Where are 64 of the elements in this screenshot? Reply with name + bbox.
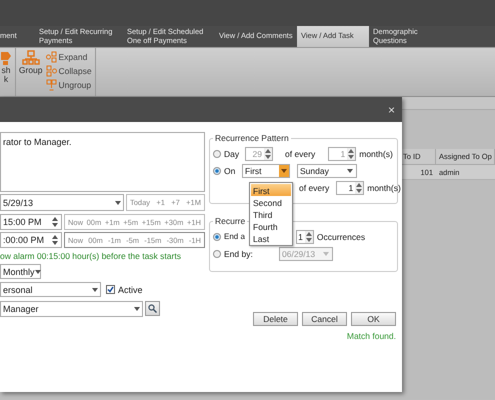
search-icon [148,304,157,313]
caret-icon [281,168,287,172]
caret-icon [134,307,140,311]
time-field[interactable]: :00:00 PM [0,232,62,248]
node-tree-icon [46,64,57,76]
dropdown-item[interactable]: Second [251,196,291,208]
field-label: of every [299,182,330,192]
number-spinner[interactable]: 1 [296,230,314,244]
spinner-arrows-icon [304,230,313,242]
caret-icon [323,252,329,256]
search-button[interactable] [145,301,160,316]
field-label: of every [285,148,316,158]
spinner-arrows-icon [51,216,59,228]
category-dropdown[interactable]: ersonal [0,282,101,297]
ribbon-button[interactable]: Group [18,50,43,94]
radio-label: End by: [224,248,254,258]
spinner-arrows-icon [347,148,356,160]
node-tree-icon [46,50,57,62]
active-checkbox[interactable] [106,285,115,294]
field-label: month(s) [359,148,393,158]
spinner-arrows-icon [355,182,364,194]
checkbox-label: Active [118,284,143,294]
dropdown-item[interactable]: Third [251,208,291,220]
ribbon-button[interactable]: Ungroup [46,78,92,91]
task-icon [0,50,11,66]
radio-button[interactable] [213,150,221,158]
ordinal-dropdown[interactable]: First [242,164,290,178]
radio-label: Day [224,148,240,158]
caret-icon [347,168,353,172]
radio-button[interactable] [213,232,221,240]
radio-button[interactable] [213,166,221,174]
weekday-dropdown[interactable]: Sunday [297,164,357,178]
alarm-note: ow alarm 00:15:00 hour(s) before the task starts [0,250,182,262]
date-field[interactable]: 5/29/13 [0,194,124,211]
group-box-title: Recurre [214,216,246,226]
dialog-button[interactable]: Cancel [302,312,347,326]
recurrence-dropdown[interactable]: Monthly [0,264,41,279]
caret-icon [115,200,121,204]
radio-label: End a [224,232,245,241]
dropdown-item[interactable]: Last [251,232,291,244]
number-spinner[interactable]: 1 [336,180,364,194]
radio-button[interactable] [213,250,221,258]
field-label: Occurrences [316,232,366,242]
dialog-button[interactable]: OK [351,312,396,326]
close-button[interactable]: × [384,102,398,116]
node-tree-icon [46,78,57,90]
caret-icon [92,288,98,292]
dialog-button[interactable]: Delete [253,312,298,326]
status-text: Match found. [346,331,397,341]
dropdown-item[interactable]: First [251,184,291,196]
group-box-title: Recurrence Pattern [214,133,290,143]
radio-label: On [224,166,236,176]
dropdown-item[interactable]: Fourth [251,220,291,232]
description-field[interactable]: rator to Manager. [0,132,205,192]
ribbon-button[interactable]: Expand [46,50,92,63]
field-label: month(s) [367,182,401,192]
spinner-arrows-icon [51,234,59,246]
ribbon-button[interactable]: Collapse [46,64,92,77]
assignee-dropdown[interactable]: Manager [0,301,143,317]
time-field[interactable]: 15:00 PM [0,214,62,230]
spinner-arrows-icon [264,148,272,160]
caret-icon [34,270,41,274]
ribbon-button[interactable]: sh k [0,50,12,94]
hierarchy-icon [22,50,40,66]
